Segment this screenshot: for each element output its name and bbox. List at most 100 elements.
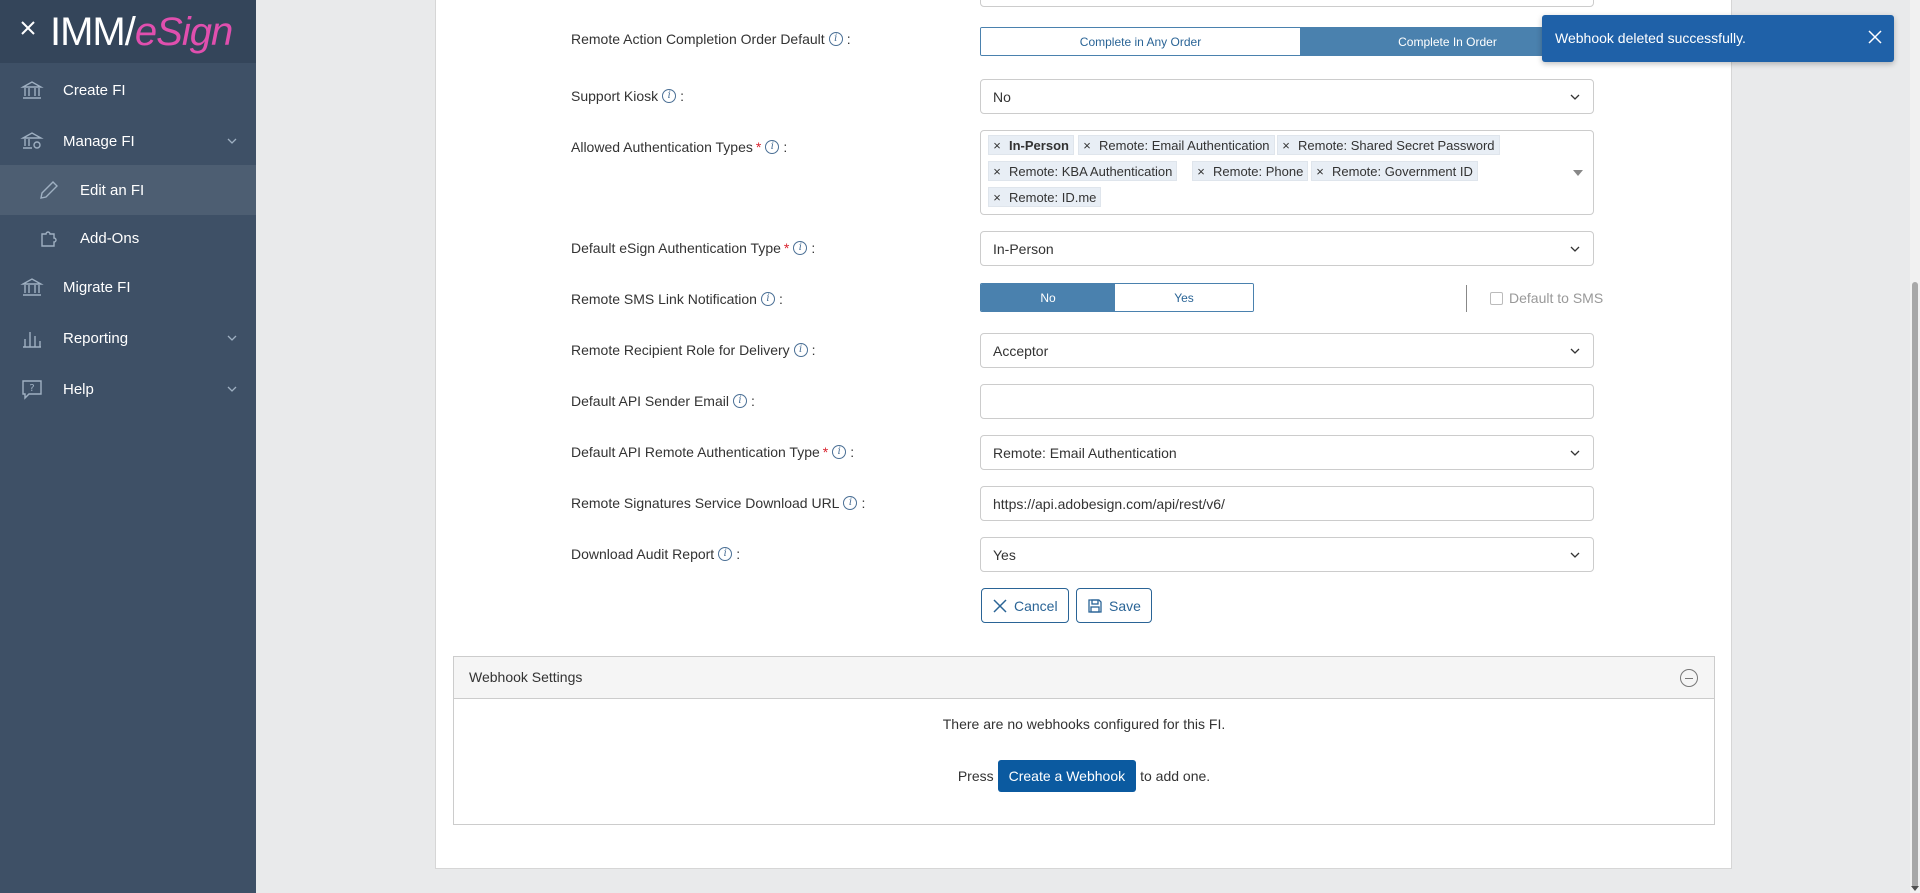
chevron-down-icon	[227, 386, 237, 392]
chevron-down-icon	[1570, 450, 1580, 456]
svg-text:?: ?	[29, 383, 34, 394]
chevron-down-icon	[227, 138, 237, 144]
recipient-role-label: Remote Recipient Role for Delivery i:	[571, 342, 816, 358]
sidebar-item-label: Migrate FI	[63, 278, 131, 296]
close-icon	[993, 598, 1007, 613]
press-label: Press	[957, 768, 994, 784]
sidebar-item-migrate-fi[interactable]: Migrate FI	[0, 262, 256, 312]
remove-tag-icon[interactable]: ×	[1193, 164, 1209, 179]
sidebar-item-label: Edit an FI	[80, 181, 145, 199]
download-url-label: Remote Signatures Service Download URL i:	[571, 495, 866, 511]
bank-migrate-icon	[20, 278, 44, 296]
info-icon[interactable]: i	[662, 89, 677, 103]
sidebar-item-help[interactable]: ? Help	[0, 364, 256, 414]
support-kiosk-label: Support Kiosk i:	[571, 88, 685, 104]
save-button[interactable]: Save	[1076, 588, 1152, 623]
auth-tag[interactable]: × Remote: ID.me	[988, 187, 1102, 207]
cutoff-field[interactable]	[980, 0, 1594, 7]
app-logo: IMM/eSign	[50, 10, 233, 54]
info-icon[interactable]: i	[832, 445, 847, 459]
audit-report-select[interactable]: Yes	[980, 537, 1594, 572]
auth-tag[interactable]: × Remote: Government ID	[1311, 161, 1478, 181]
create-webhook-button[interactable]: Create a Webhook	[997, 760, 1137, 792]
chevron-down-icon	[1570, 94, 1580, 100]
remove-tag-icon[interactable]: ×	[1278, 138, 1294, 153]
sidebar-item-label: Help	[63, 380, 94, 398]
complete-any-order-option[interactable]: Complete in Any Order	[981, 28, 1300, 55]
floppy-disk-icon	[1088, 598, 1102, 613]
allowed-auth-label: Allowed Authentication Types * i:	[571, 139, 788, 155]
default-to-sms[interactable]: Default to SMS	[1490, 290, 1603, 306]
info-icon[interactable]: i	[760, 292, 775, 306]
remove-tag-icon[interactable]: ×	[989, 138, 1005, 153]
sms-yes-option[interactable]: Yes	[1115, 284, 1253, 311]
webhook-settings-title: Webhook Settings	[469, 669, 583, 685]
chevron-down-icon	[227, 335, 237, 341]
sidebar-item-label: Add-Ons	[80, 229, 140, 247]
support-kiosk-select[interactable]: No	[980, 79, 1594, 114]
info-icon[interactable]: i	[793, 241, 808, 255]
default-esign-auth-select[interactable]: In-Person	[980, 231, 1594, 266]
close-icon[interactable]	[18, 18, 38, 38]
remove-tag-icon[interactable]: ×	[1079, 138, 1095, 153]
sms-no-option[interactable]: No	[981, 284, 1115, 311]
api-remote-auth-select[interactable]: Remote: Email Authentication	[980, 435, 1594, 470]
auth-tag[interactable]: × Remote: Phone	[1192, 161, 1309, 181]
download-url-input[interactable]: https://api.adobesign.com/api/rest/v6/	[980, 486, 1594, 521]
webhook-settings-body: There are no webhooks configured for thi…	[453, 698, 1715, 825]
collapse-icon[interactable]	[1680, 669, 1698, 687]
sidebar-item-create-fi[interactable]: Create FI	[0, 65, 256, 115]
audit-report-label: Download Audit Report i:	[571, 546, 741, 562]
sidebar-header: IMM/eSign	[0, 0, 256, 63]
help-icon: ?	[22, 380, 42, 400]
info-icon[interactable]: i	[828, 32, 843, 46]
scrollbar-thumb[interactable]	[1912, 282, 1918, 888]
remove-tag-icon[interactable]: ×	[989, 190, 1005, 205]
info-icon[interactable]: i	[765, 140, 780, 154]
completion-order-label: Remote Action Completion Order Default i:	[571, 31, 851, 47]
info-icon[interactable]: i	[718, 547, 733, 561]
close-icon[interactable]	[1866, 28, 1884, 46]
allowed-auth-multiselect[interactable]: × In-Person × Remote: Email Authentication…	[980, 130, 1594, 215]
bar-chart-icon	[23, 332, 41, 348]
auth-tag[interactable]: × In-Person	[988, 135, 1074, 155]
api-sender-email-input[interactable]	[980, 384, 1594, 419]
default-to-sms-label: Default to SMS	[1509, 290, 1604, 306]
recipient-role-select[interactable]: Acceptor	[980, 333, 1594, 368]
default-esign-auth-label: Default eSign Authentication Type * i:	[571, 240, 816, 256]
sidebar-item-reporting[interactable]: Reporting	[0, 313, 256, 363]
caret-down-icon[interactable]	[1573, 169, 1583, 177]
bank-icon	[20, 81, 44, 99]
toast-message: Webhook deleted successfully.	[1555, 30, 1746, 46]
no-webhooks-message: There are no webhooks configured for thi…	[942, 716, 1226, 732]
info-icon[interactable]: i	[843, 496, 858, 510]
completion-order-toggle[interactable]: Complete in Any Order Complete In Order	[980, 27, 1596, 56]
sidebar: IMM/eSign Create FI Manage FI Edit an FI…	[0, 0, 256, 893]
scroll-down-arrow-icon[interactable]	[1911, 886, 1919, 891]
sidebar-item-edit-fi[interactable]: Edit an FI	[0, 165, 256, 215]
toast-notification: Webhook deleted successfully.	[1542, 15, 1894, 62]
sidebar-item-label: Reporting	[63, 329, 129, 347]
main-content: Remote Action Completion Order Default i:…	[256, 0, 1916, 893]
auth-tag[interactable]: × Remote: Shared Secret Password	[1277, 135, 1500, 155]
scrollbar[interactable]	[1910, 0, 1920, 893]
default-to-sms-checkbox[interactable]	[1490, 291, 1503, 305]
puzzle-icon	[41, 231, 57, 247]
chevron-down-icon	[1570, 246, 1580, 252]
webhook-settings-header[interactable]: Webhook Settings	[453, 656, 1715, 699]
sidebar-item-manage-fi[interactable]: Manage FI	[0, 116, 256, 166]
cancel-button[interactable]: Cancel	[981, 588, 1069, 623]
add-one-label: to add one.	[1140, 768, 1211, 784]
sidebar-item-label: Manage FI	[63, 132, 135, 150]
api-remote-auth-label: Default API Remote Authentication Type * i…	[571, 444, 855, 460]
remove-tag-icon[interactable]: ×	[1312, 164, 1328, 179]
sms-link-toggle[interactable]: No Yes	[980, 283, 1254, 312]
info-icon[interactable]: i	[793, 343, 808, 357]
auth-tag[interactable]: × Remote: Email Authentication	[1078, 135, 1275, 155]
auth-tag[interactable]: × Remote: KBA Authentication	[988, 161, 1178, 181]
divider	[1466, 285, 1467, 312]
sidebar-item-add-ons[interactable]: Add-Ons	[0, 213, 256, 263]
remove-tag-icon[interactable]: ×	[989, 164, 1005, 179]
info-icon[interactable]: i	[732, 394, 747, 408]
api-sender-email-label: Default API Sender Email i:	[571, 393, 755, 409]
